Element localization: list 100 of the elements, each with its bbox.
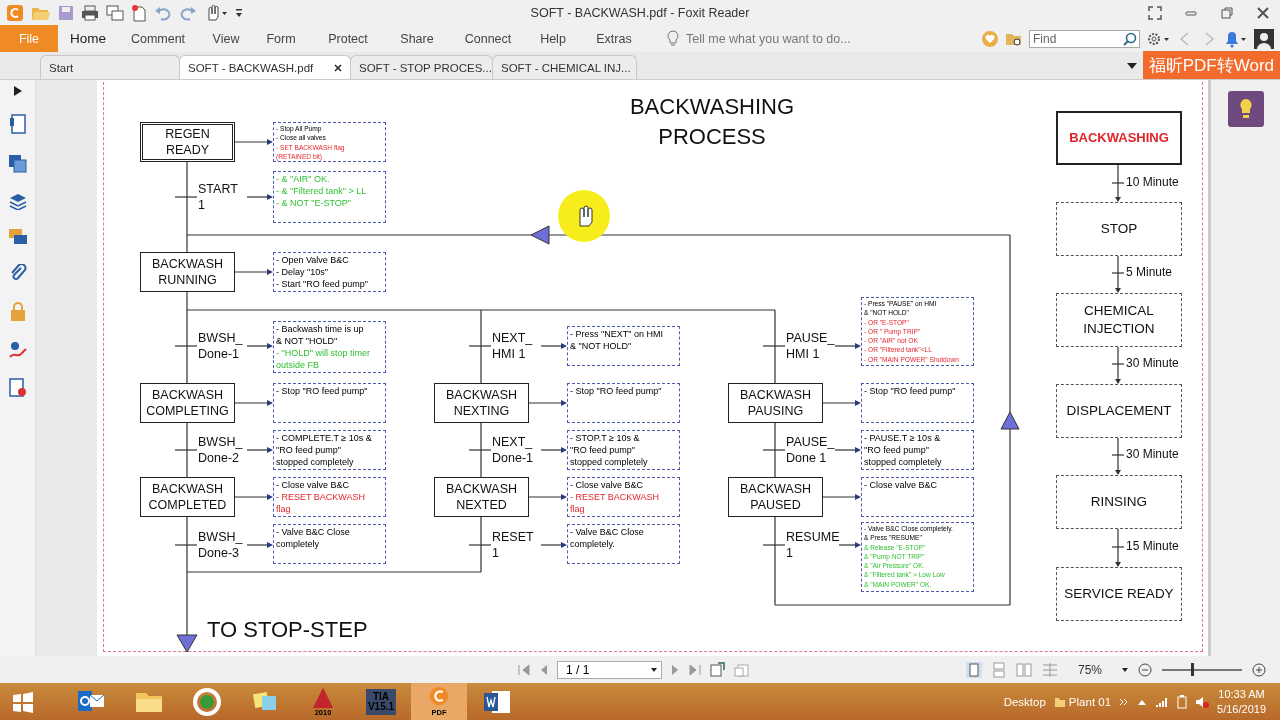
ribbon-tab[interactable]: Connect <box>446 25 530 52</box>
zoom-slider-thumb[interactable] <box>1191 662 1194 676</box>
duration-label: 5 Minute <box>1126 265 1173 279</box>
print-icon[interactable] <box>81 4 99 21</box>
zoom-level[interactable]: 75% <box>1068 662 1112 677</box>
tell-me-field[interactable]: Tell me what you want to do... <box>686 31 851 46</box>
settings-icon[interactable] <box>1146 30 1170 47</box>
find-field[interactable]: Find <box>1029 29 1140 48</box>
lock-icon[interactable] <box>9 302 26 322</box>
previous-view-icon[interactable] <box>710 661 726 678</box>
step-box: BACKWASH RUNNING <box>140 252 235 292</box>
window-title: SOFT - BACKWASH.pdf - Foxit Reader <box>529 5 751 20</box>
ribbon-tab[interactable]: Share <box>388 25 446 52</box>
next-page-icon[interactable] <box>670 662 680 677</box>
ribbon-tab[interactable]: Protect <box>308 25 388 52</box>
ribbon-tab[interactable]: Help <box>530 25 576 52</box>
document-tab[interactable]: Start <box>40 55 180 79</box>
step-box: REGEN READY <box>140 122 235 162</box>
customize-caret-icon[interactable] <box>235 7 243 18</box>
facing-pages-icon[interactable] <box>1016 661 1032 678</box>
folder-icon <box>1053 695 1066 708</box>
step-box: BACKWASH PAUSED <box>728 477 823 517</box>
screens-icon[interactable] <box>106 4 124 21</box>
layers-icon[interactable] <box>7 154 28 174</box>
fullscreen-icon[interactable] <box>1148 5 1162 20</box>
undo-icon[interactable] <box>154 4 172 21</box>
avatar-icon[interactable] <box>1254 28 1274 49</box>
signal-icon[interactable] <box>1155 695 1170 708</box>
clock-date[interactable]: 5/16/2019 <box>1217 701 1266 717</box>
ribbon-tab[interactable]: View <box>198 25 254 52</box>
note-line: - Start "RO feed pump" <box>276 278 369 290</box>
ribbon-tab[interactable]: Form <box>254 25 308 52</box>
save-icon[interactable] <box>58 4 74 21</box>
tab-list-caret-icon[interactable] <box>1126 62 1137 69</box>
duration-label: 30 Minute <box>1126 356 1179 370</box>
stage-box: CHEMICAL INJECTION <box>1056 293 1182 347</box>
hand-cursor-icon <box>558 190 610 242</box>
page-list-caret-icon[interactable] <box>651 667 657 672</box>
note-line: stopped completely <box>864 456 943 468</box>
certificate-icon[interactable] <box>8 378 27 398</box>
search-icon[interactable] <box>1123 31 1137 46</box>
note-line: - & "Filtered tank" > LL <box>276 185 368 197</box>
note-line: - Backwash time is up <box>276 323 365 335</box>
bell-icon[interactable] <box>1224 29 1248 48</box>
tips-button[interactable] <box>1227 91 1264 127</box>
note-line: - Close valve B&C <box>570 479 645 491</box>
step-box: BACKWASH COMPLETED <box>140 477 235 517</box>
note-line: stopped completely <box>276 456 355 468</box>
restore-icon[interactable] <box>1220 5 1234 20</box>
step-box: BACKWASH COMPLETING <box>140 383 235 423</box>
note-line: - Open Valve B&C <box>276 254 350 266</box>
close-icon[interactable] <box>1256 5 1270 20</box>
page-thumbnail-icon[interactable] <box>8 114 27 136</box>
windows-icon[interactable] <box>11 690 34 713</box>
single-page-icon[interactable] <box>966 661 982 678</box>
previous-page-icon[interactable] <box>539 662 549 677</box>
stage-box: SERVICE READY <box>1056 567 1182 621</box>
note-line: - RESET BACKWASH <box>570 491 660 503</box>
note-line: - PAUSE.T ≥ 10s & <box>864 432 942 444</box>
page-number-field[interactable]: 1 / 1 <box>557 660 662 679</box>
stage-box: DISPLACEMENT <box>1056 384 1182 438</box>
zoom-caret-icon[interactable] <box>1122 667 1128 672</box>
app-logo-icon[interactable] <box>6 3 24 22</box>
last-page-icon[interactable] <box>688 662 702 677</box>
stage-box: RINSING <box>1056 475 1182 529</box>
redo-icon[interactable] <box>179 4 197 21</box>
ribbon-tab[interactable]: Comment <box>118 25 198 52</box>
chevron-icon[interactable] <box>1119 697 1130 706</box>
end-label: TO STOP-STEP <box>207 617 368 643</box>
document-tab[interactable]: SOFT - BACKWASH.pdf <box>179 55 351 79</box>
note-line: - STOP.T ≥ 10s & <box>570 432 641 444</box>
battery-icon[interactable] <box>1177 694 1188 709</box>
note-line: - Valve B&C Close <box>570 526 645 538</box>
note-line: - COMPLETE.T ≥ 10s & <box>276 432 373 444</box>
expand-arrow-icon[interactable] <box>13 86 22 96</box>
note-line: - RESET BACKWASH <box>276 491 366 503</box>
note-line: "RO feed pump" <box>570 444 636 456</box>
first-page-icon[interactable] <box>517 662 531 677</box>
close-icon[interactable] <box>334 63 342 72</box>
lightbulb-icon[interactable] <box>666 29 680 48</box>
stack-icon[interactable] <box>7 192 28 210</box>
speaker-muted-icon[interactable] <box>1195 694 1210 709</box>
note-line: - & "AIR" OK. <box>276 173 331 185</box>
zoom-in-icon[interactable] <box>1252 662 1266 677</box>
stage-box: BACKWASHING <box>1056 111 1182 165</box>
comments-icon[interactable] <box>7 228 28 246</box>
new-document-icon[interactable] <box>131 3 147 22</box>
folder-toolbar-label[interactable]: Plant 01 <box>1068 695 1112 708</box>
note-line: outside FB <box>276 359 321 371</box>
signature-icon[interactable] <box>7 340 28 360</box>
ribbon-tab[interactable]: Home <box>58 25 118 52</box>
zoom-out-icon[interactable] <box>1138 662 1152 677</box>
note-line: - Delay "10s" <box>276 266 329 278</box>
continuous-page-icon[interactable] <box>992 661 1006 678</box>
diagram-title: BACKWASHING PROCESS <box>628 93 796 151</box>
note-line: - Close valve B&C <box>276 479 351 491</box>
note-line: - Close valve B&C <box>864 479 939 491</box>
note-line: - Stop "RO feed pump" <box>276 385 369 397</box>
document-tab[interactable]: SOFT - CHEMICAL INJ... <box>492 55 637 79</box>
ribbon-tab[interactable]: Extras <box>576 25 652 52</box>
